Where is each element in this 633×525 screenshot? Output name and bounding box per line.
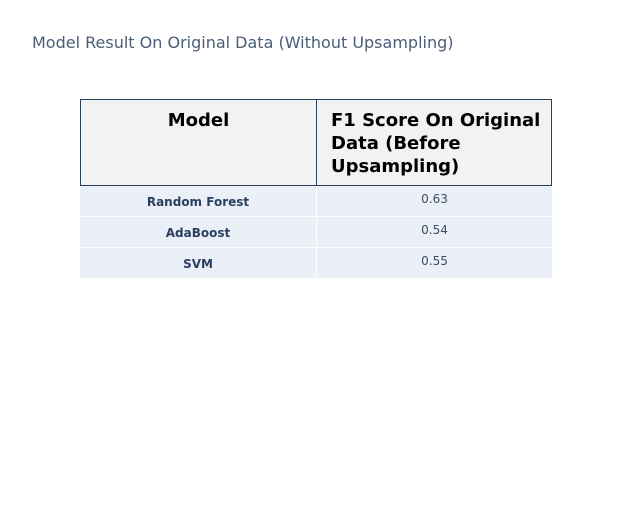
cell-f1-score: 0.63 <box>421 192 448 206</box>
table-row: AdaBoost 0.54 <box>80 217 552 248</box>
cell-f1-score: 0.54 <box>421 223 448 237</box>
table-header: Model F1 Score On Original Data (Before … <box>80 99 552 186</box>
results-table: Model F1 Score On Original Data (Before … <box>80 99 552 279</box>
table-row: SVM 0.55 <box>80 248 552 279</box>
cell-model: SVM <box>80 248 317 278</box>
header-f1-score: F1 Score On Original Data (Before Upsamp… <box>317 100 552 185</box>
table-row: Random Forest 0.63 <box>80 186 552 217</box>
cell-model: Random Forest <box>80 186 317 216</box>
cell-f1-score: 0.55 <box>421 254 448 268</box>
cell-model: AdaBoost <box>80 217 317 247</box>
header-model: Model <box>80 100 317 185</box>
page-title: Model Result On Original Data (Without U… <box>32 33 454 52</box>
